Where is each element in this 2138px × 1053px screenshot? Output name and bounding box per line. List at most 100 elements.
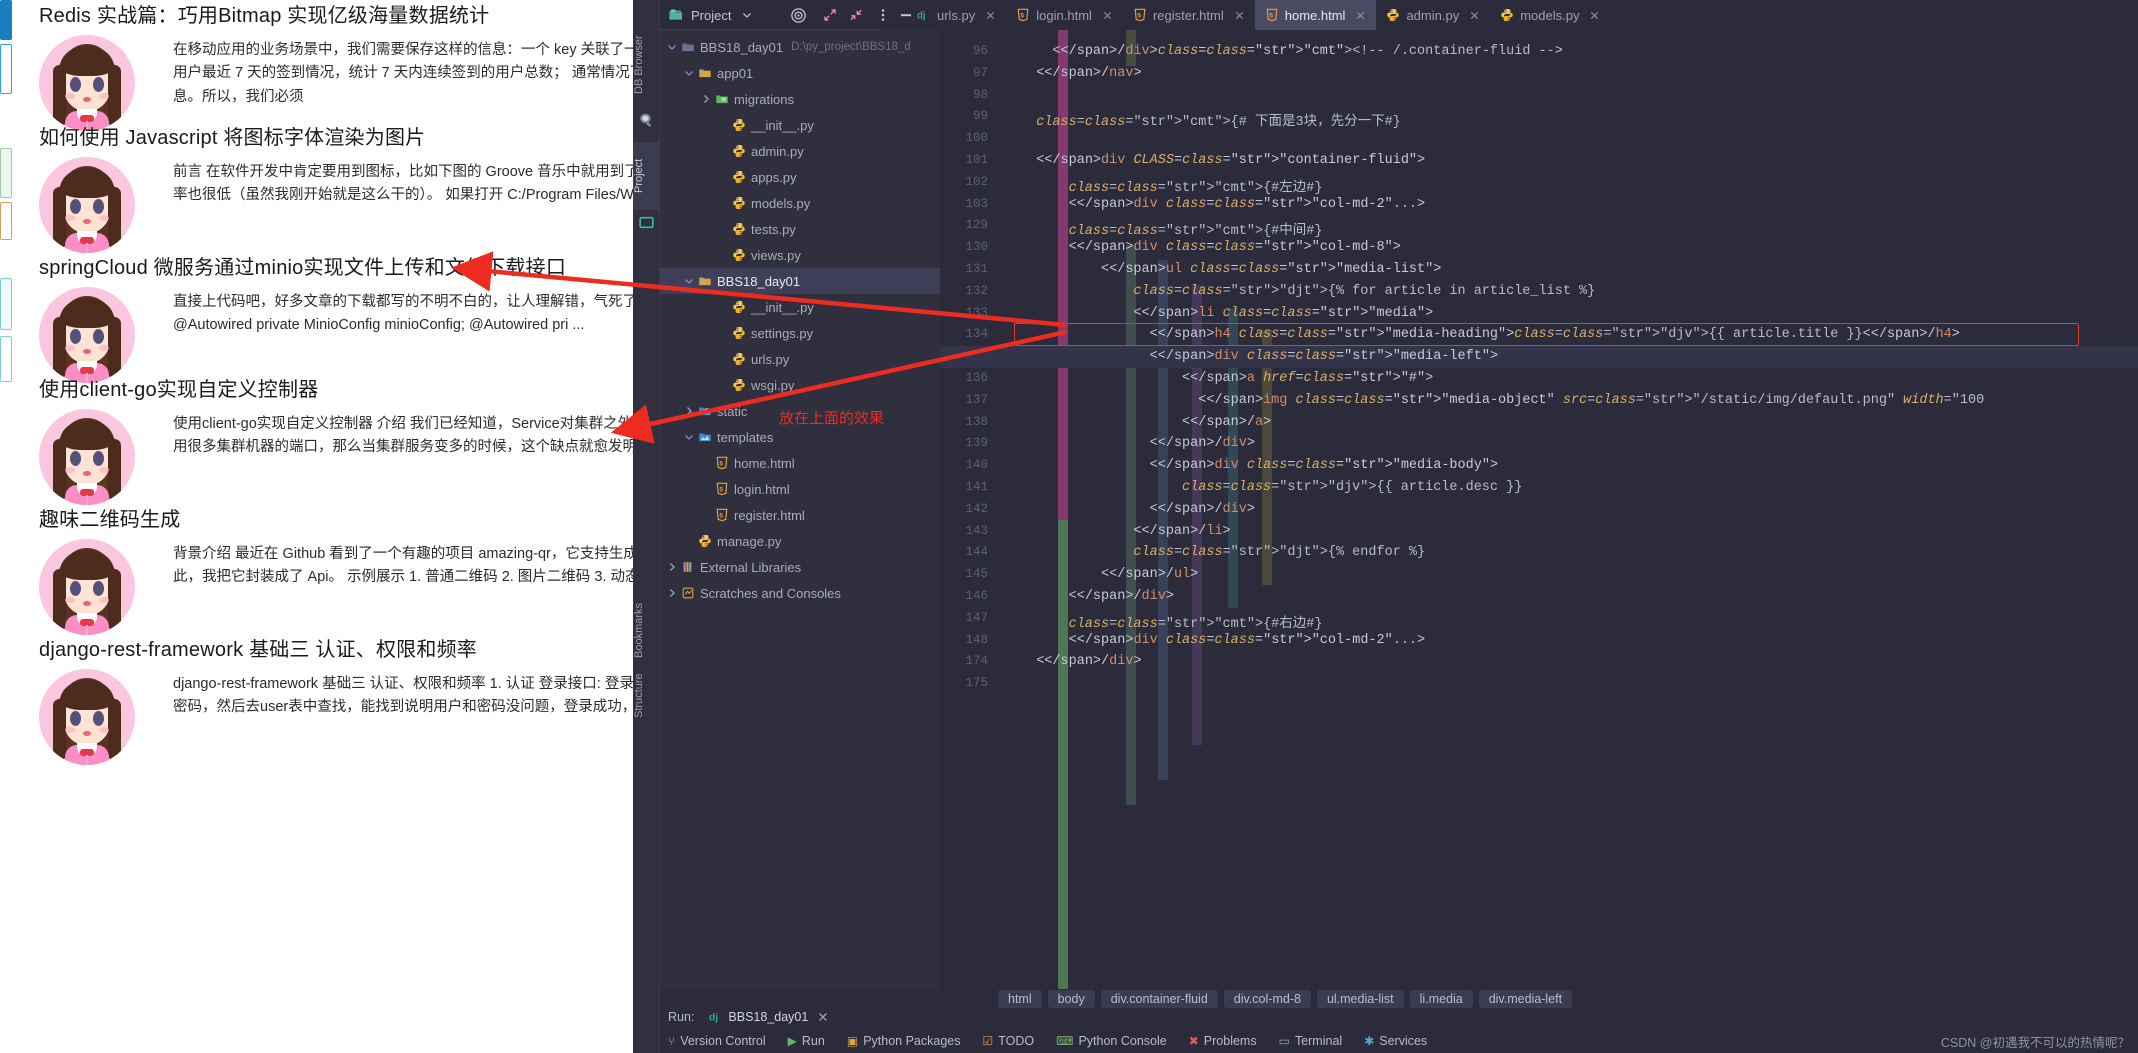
- code-line[interactable]: class=class="str">"djv">{{ article.desc …: [1020, 480, 1522, 495]
- code-editor[interactable]: 96 97 98 99 100 101 102 103 129 130 131 132 133 134 13…: [940, 30, 2138, 989]
- code-line[interactable]: class=class="str">"cmt">{#中间#}: [1020, 218, 1323, 239]
- article-title[interactable]: 如何使用 Javascript 将图标字体渲染为图片: [39, 126, 633, 151]
- tree-item-admin-py[interactable]: admin.py: [660, 138, 940, 164]
- article-card[interactable]: 使用client-go实现自定义控制器 使用client-go实现自定义控制器 …: [0, 378, 633, 505]
- status-bar-item-todo[interactable]: ☑ TODO: [982, 1034, 1034, 1048]
- tree-item-migrations[interactable]: migrations: [660, 86, 940, 112]
- tree-item-static[interactable]: static: [660, 398, 940, 424]
- editor-tab-register-html[interactable]: 5 register.html: [1123, 0, 1255, 30]
- close-icon[interactable]: [1589, 10, 1600, 21]
- code-line[interactable]: <</span>/nav>: [1020, 66, 1141, 81]
- code-line[interactable]: <</span>/div>: [1020, 589, 1174, 604]
- editor-tab-models-py[interactable]: models.py: [1490, 0, 1610, 30]
- article-card[interactable]: 趣味二维码生成 背景介绍 最近在 Github 看到了一个有趣的项目 amazi…: [0, 508, 633, 635]
- expand-all-button[interactable]: [822, 0, 838, 30]
- tree-item-External-Libraries[interactable]: External Libraries: [660, 554, 940, 580]
- editor-tab-admin-py[interactable]: admin.py: [1376, 0, 1490, 30]
- tree-item-__init__-py[interactable]: __init__.py: [660, 294, 940, 320]
- tree-item-templates[interactable]: templates: [660, 424, 940, 450]
- tree-item-wsgi-py[interactable]: wsgi.py: [660, 372, 940, 398]
- code-line[interactable]: <</span>/div>: [1020, 502, 1255, 517]
- code-line[interactable]: <</span>img class=class="str">"media-obj…: [1020, 393, 1984, 408]
- article-card[interactable]: Redis 实战篇：巧用Bitmap 实现亿级海量数据统计 在移动应用的业务场景…: [0, 4, 633, 131]
- chevron-down-icon[interactable]: [683, 67, 695, 79]
- close-icon[interactable]: [985, 10, 996, 21]
- close-icon[interactable]: [1469, 10, 1480, 21]
- code-line[interactable]: <</span>a href=class="str">"#">: [1020, 371, 1433, 386]
- close-icon[interactable]: [1102, 10, 1113, 21]
- tree-item-login-html[interactable]: 5 login.html: [660, 476, 940, 502]
- chevron-right-icon[interactable]: [666, 587, 678, 599]
- tree-item-tests-py[interactable]: tests.py: [660, 216, 940, 242]
- article-card[interactable]: 如何使用 Javascript 将图标字体渲染为图片 前言 在软件开发中肯定要用…: [0, 126, 633, 253]
- editor-tab-urls-py[interactable]: dj urls.py: [907, 0, 1006, 30]
- chevron-down-icon[interactable]: [683, 275, 695, 287]
- code-line[interactable]: <</span>div class=class="str">"media-bod…: [1020, 458, 1498, 473]
- code-line[interactable]: <</span>/li>: [1020, 524, 1230, 539]
- tree-item-Scratches-and-Consoles[interactable]: Scratches and Consoles: [660, 580, 940, 606]
- status-bar-item-problems[interactable]: ✖ Problems: [1189, 1034, 1257, 1048]
- code-line[interactable]: <</span>li class=class="str">"media">: [1020, 306, 1433, 321]
- code-line[interactable]: <</span>/div>class=class="str">"cmt"><!-…: [1020, 44, 1562, 59]
- editor-gutter[interactable]: 96 97 98 99 100 101 102 103 129 130 131 132 133 134 13…: [940, 30, 998, 989]
- code-line[interactable]: <</span>/div>: [1020, 436, 1255, 451]
- code-line[interactable]: class=class="str">"cmt">{#右边#}: [1020, 611, 1323, 632]
- tree-item-views-py[interactable]: views.py: [660, 242, 940, 268]
- article-card[interactable]: django-rest-framework 基础三 认证、权限和频率 djang…: [0, 638, 633, 765]
- project-view-selector[interactable]: Project: [668, 0, 753, 30]
- article-title[interactable]: 趣味二维码生成: [39, 508, 633, 533]
- tree-item-home-html[interactable]: 5 home.html: [660, 450, 940, 476]
- close-icon[interactable]: [817, 1011, 829, 1023]
- status-bar-item-python-packages[interactable]: ▣ Python Packages: [847, 1034, 961, 1048]
- tree-item-register-html[interactable]: 5 register.html: [660, 502, 940, 528]
- run-config-name[interactable]: BBS18_day01: [728, 1010, 808, 1024]
- editor-tab-login-html[interactable]: 5 login.html: [1006, 0, 1123, 30]
- close-icon[interactable]: [1355, 10, 1366, 21]
- tool-tab-db-browser[interactable]: DB Browser: [633, 22, 660, 108]
- code-line[interactable]: class=class="str">"cmt">{#左边#}: [1020, 175, 1323, 196]
- code-line[interactable]: <</span>div class=class="str">"media-lef…: [1020, 349, 1498, 364]
- tree-item-urls-py[interactable]: urls.py: [660, 346, 940, 372]
- tool-tab-structure[interactable]: Structure: [633, 660, 660, 732]
- close-icon[interactable]: [1234, 10, 1245, 21]
- tool-tab-project[interactable]: Project: [633, 142, 660, 210]
- status-bar-item-version-control[interactable]: ⑂ Version Control: [668, 1034, 766, 1048]
- code-line[interactable]: <</span>div CLASS=class="str">"container…: [1020, 153, 1425, 168]
- more-options-button[interactable]: [876, 0, 890, 30]
- tree-item-__init__-py[interactable]: __init__.py: [660, 112, 940, 138]
- code-line[interactable]: class=class="str">"djt">{% endfor %}: [1020, 545, 1425, 560]
- tree-item-BBS18_day01[interactable]: BBS18_day01 D:\py_project\BBS18_d: [660, 34, 940, 60]
- chevron-right-icon[interactable]: [666, 561, 678, 573]
- tree-item-manage-py[interactable]: manage.py: [660, 528, 940, 554]
- code-line[interactable]: class=class="str">"djt">{% for article i…: [1020, 284, 1595, 299]
- article-card[interactable]: springCloud 微服务通过minio实现文件上传和文件下载接口 直接上代…: [0, 256, 633, 383]
- article-title[interactable]: 使用client-go实现自定义控制器: [39, 378, 633, 403]
- status-bar-item-services[interactable]: ✱ Services: [1364, 1034, 1427, 1048]
- editor-tab-home-html[interactable]: 5 home.html: [1254, 0, 1377, 30]
- project-tree[interactable]: BBS18_day01 D:\py_project\BBS18_d app01 mig…: [660, 30, 940, 989]
- code-line[interactable]: <</span>div class=class="str">"col-md-8"…: [1020, 240, 1401, 255]
- code-line[interactable]: class=class="str">"cmt">{# 下面是3块，先分一下#}: [1020, 109, 1401, 130]
- tree-item-app01[interactable]: app01: [660, 60, 940, 86]
- code-line[interactable]: <</span>ul class=class="str">"media-list…: [1020, 262, 1441, 277]
- code-line[interactable]: <</span>/ul>: [1020, 567, 1198, 582]
- locate-target-button[interactable]: [790, 0, 807, 30]
- code-line[interactable]: <</span>/a>: [1020, 415, 1271, 430]
- article-title[interactable]: springCloud 微服务通过minio实现文件上传和文件下载接口: [39, 256, 633, 281]
- tree-item-settings-py[interactable]: settings.py: [660, 320, 940, 346]
- code-line[interactable]: <</span>div class=class="str">"col-md-2"…: [1020, 633, 1426, 648]
- status-bar-item-run[interactable]: ▶ Run: [788, 1034, 825, 1048]
- tool-tab-bookmarks[interactable]: Bookmarks: [633, 590, 660, 670]
- code-line[interactable]: <</span>div class=class="str">"col-md-2"…: [1020, 197, 1426, 212]
- chevron-down-icon[interactable]: [666, 41, 678, 53]
- collapse-all-button[interactable]: [848, 0, 864, 30]
- article-title[interactable]: Redis 实战篇：巧用Bitmap 实现亿级海量数据统计: [39, 4, 633, 29]
- article-title[interactable]: django-rest-framework 基础三 认证、权限和频率: [39, 638, 633, 663]
- tree-item-models-py[interactable]: models.py: [660, 190, 940, 216]
- tree-item-apps-py[interactable]: apps.py: [660, 164, 940, 190]
- chevron-right-icon[interactable]: [700, 93, 712, 105]
- chevron-right-icon[interactable]: [683, 405, 695, 417]
- tree-item-BBS18_day01[interactable]: BBS18_day01: [660, 268, 940, 294]
- chevron-down-icon[interactable]: [683, 431, 695, 443]
- code-line[interactable]: <</span>/div>: [1020, 654, 1141, 669]
